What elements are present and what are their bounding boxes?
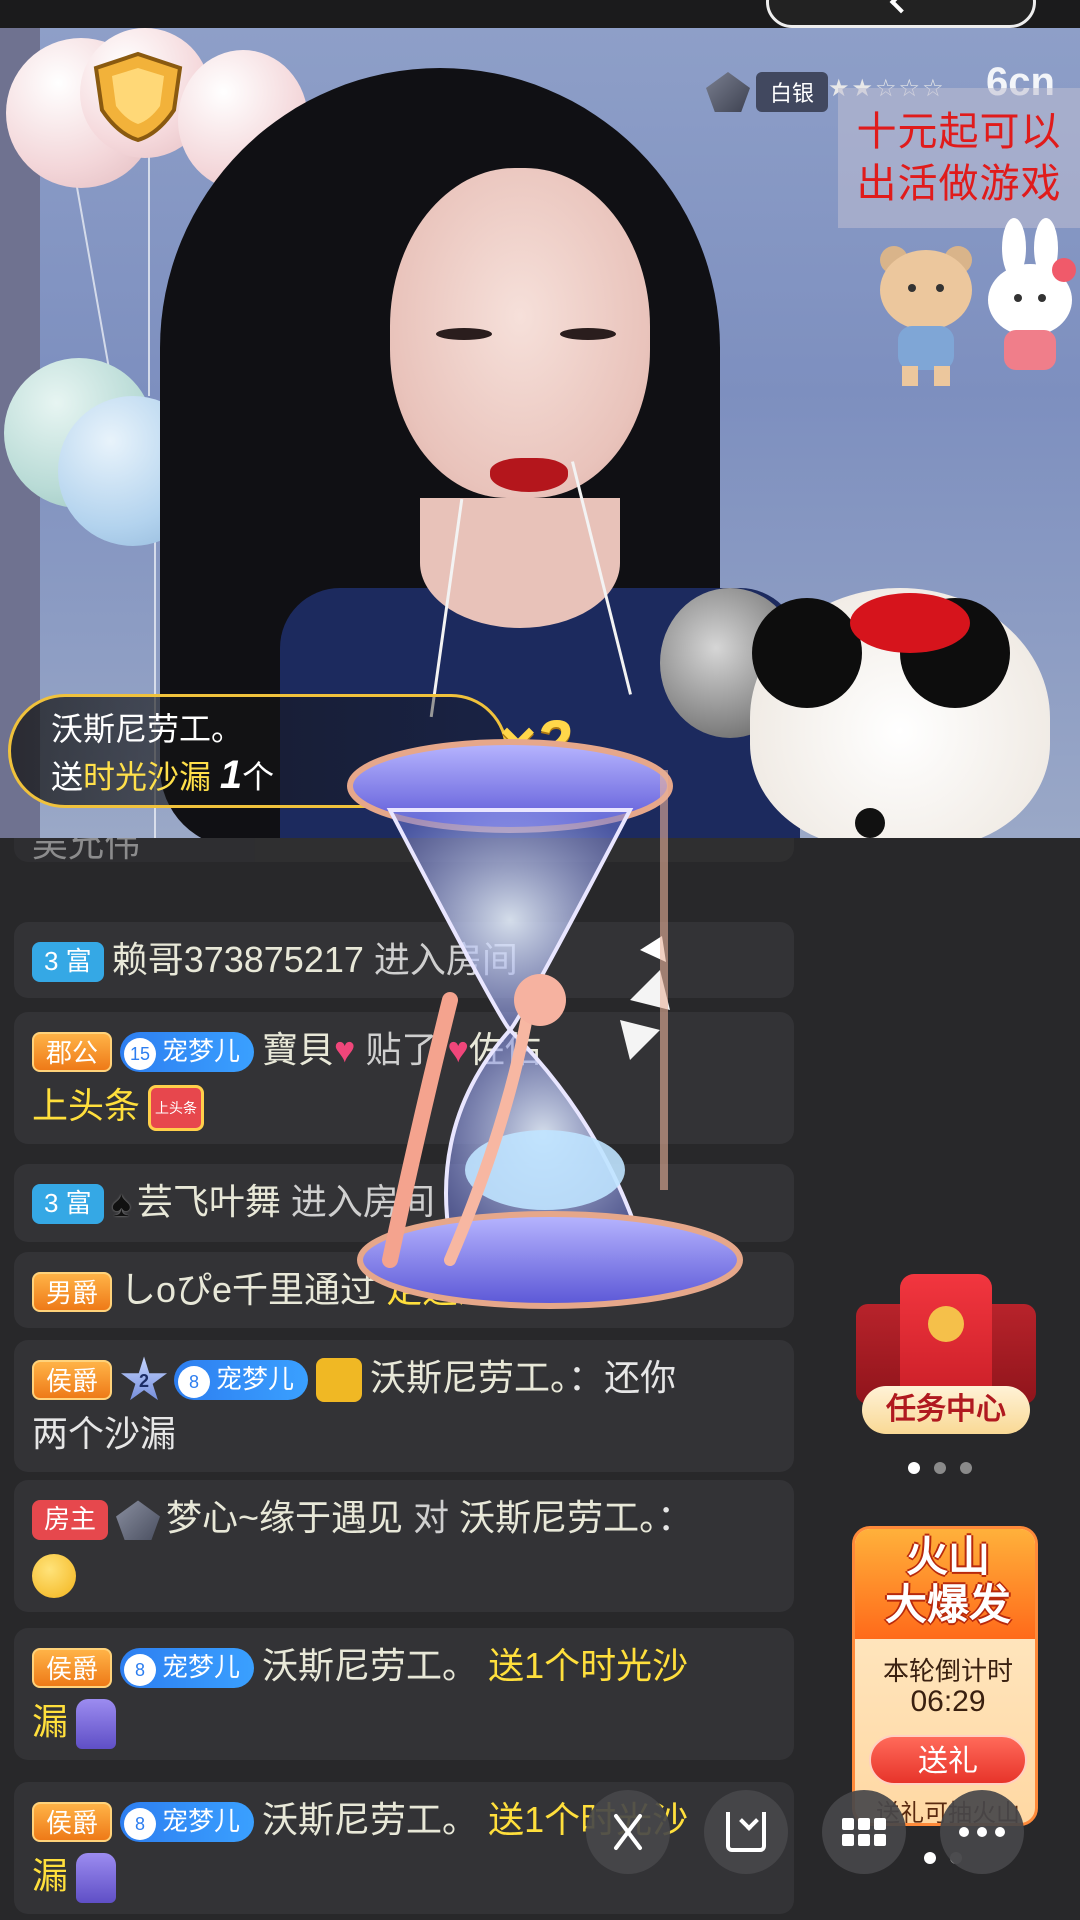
noble-tag: 侯爵	[32, 1802, 113, 1843]
more-button[interactable]	[940, 1790, 1024, 1874]
lips	[490, 458, 568, 492]
noble-tag: 男爵	[32, 1272, 113, 1313]
fan-level: 8	[124, 1807, 157, 1840]
host-tag: 房主	[32, 1500, 109, 1541]
sandglass-gift-icon	[76, 1853, 117, 1904]
plush-nose	[855, 808, 885, 838]
fan-badge: 8 宠梦儿	[120, 1802, 255, 1843]
fan-level: 15	[124, 1037, 157, 1070]
fan-label: 宠梦儿	[162, 1806, 241, 1837]
share-icon	[614, 1814, 642, 1850]
send-gift-button[interactable]: 送礼	[869, 1735, 1027, 1785]
spade-icon: ♠	[111, 1183, 131, 1225]
carousel-dot	[924, 1852, 936, 1864]
gift-name: 时光沙漏	[83, 759, 212, 795]
chat-gift-text: 漏	[32, 1855, 69, 1896]
promo-line-1: 十元起可以	[856, 110, 1062, 154]
rabbit-sticker-icon	[988, 218, 1076, 370]
follow-pill-button[interactable]	[766, 0, 1036, 28]
chevron-icon	[889, 0, 913, 14]
sandglass-gift-animation	[347, 739, 743, 1309]
chat-mid: 对	[413, 1497, 450, 1538]
grid-icon	[842, 1818, 886, 1846]
more-icon	[959, 1827, 1005, 1837]
countdown-value: 06:29	[910, 1685, 986, 1718]
chat-text: 还你	[604, 1357, 677, 1398]
carousel-dot	[960, 1462, 972, 1474]
chat-username[interactable]: 芸飞叶舞	[137, 1181, 281, 1222]
download-button[interactable]	[704, 1790, 788, 1874]
carousel-dot	[908, 1462, 920, 1474]
gift-prefix: 送	[51, 759, 84, 795]
download-icon	[726, 1812, 766, 1852]
fan-badge: 8 宠梦儿	[174, 1360, 309, 1401]
carousel-dots	[908, 1462, 972, 1474]
gift-unit: 个	[242, 759, 275, 795]
volcano-title: 火山 大爆发	[855, 1533, 1035, 1629]
promo-sign: 十元起可以 出活做游戏	[838, 88, 1080, 228]
chat-username[interactable]: 沃斯尼劳工。	[262, 1799, 478, 1840]
chat-text: 吴允伟	[32, 838, 141, 864]
chat-message: 侯爵8宠梦儿沃斯尼劳工。 送1个时光沙 漏	[14, 1782, 794, 1914]
wealth-tag: 3 富	[32, 942, 104, 983]
fan-level: 8	[124, 1653, 157, 1686]
fan-badge: 8 宠梦儿	[120, 1648, 255, 1689]
task-center-label: 任务中心	[862, 1386, 1030, 1434]
plush-ear	[752, 598, 862, 708]
wealth-tag: 3 富	[32, 1184, 104, 1225]
level-emblem-icon	[706, 72, 750, 112]
promo-line-2: 出活做游戏	[856, 162, 1062, 206]
chat-message: 房主 梦心~缘于遇见 对 沃斯尼劳工。：	[14, 1480, 794, 1612]
headline-badge: 上头条	[148, 1085, 205, 1132]
noble-tag: 郡公	[32, 1032, 113, 1073]
chat-target[interactable]: 沃斯尼劳工。	[459, 1497, 657, 1538]
level-label: 白银	[756, 72, 829, 112]
streamer-neck	[420, 498, 620, 628]
level-emblem-icon	[116, 1500, 161, 1541]
fan-label: 宠梦儿	[162, 1652, 241, 1683]
avatar-icon	[316, 1358, 363, 1403]
chat-gift-text: 送1个时光沙	[488, 1645, 689, 1686]
chat-username[interactable]: 沃斯尼劳工。	[262, 1645, 478, 1686]
countdown-label: 本轮倒计时	[882, 1656, 1013, 1686]
anchor-level[interactable]: 白银	[706, 72, 829, 112]
fan-level: 8	[178, 1365, 211, 1398]
volcano-title-2: 大爆发	[884, 1581, 1011, 1628]
plush-bow	[850, 593, 970, 653]
task-center-button[interactable]: 任务中心	[856, 1270, 1036, 1440]
volcano-title-1: 火山	[905, 1533, 990, 1580]
eye	[560, 328, 616, 340]
chat-message: 侯爵 2 8 宠梦儿 沃斯尼劳工。：还你 两个沙漏	[14, 1340, 794, 1472]
chat-message: 侯爵8宠梦儿沃斯尼劳工。 送1个时光沙 漏	[14, 1628, 794, 1760]
star-level-icon: 2	[120, 1356, 168, 1401]
grid-menu-button[interactable]	[822, 1790, 906, 1874]
balloon-string	[148, 156, 150, 396]
envelope-seal	[928, 1306, 964, 1342]
carousel-dot	[934, 1462, 946, 1474]
fan-label: 宠梦儿	[162, 1036, 241, 1067]
chat-colon: ：	[568, 1357, 605, 1398]
fan-label: 宠梦儿	[216, 1364, 295, 1395]
bear-sticker-icon	[880, 246, 972, 386]
guard-badge-icon[interactable]	[88, 50, 188, 142]
balloon-string	[74, 179, 112, 377]
share-button[interactable]	[586, 1790, 670, 1874]
noble-tag: 侯爵	[32, 1648, 113, 1689]
chat-gift-text: 漏	[32, 1701, 69, 1742]
sandglass-gift-icon	[76, 1699, 117, 1750]
noble-tag: 侯爵	[32, 1360, 113, 1401]
volcano-event-card[interactable]: 火山大爆发 本轮倒计时 06:29 送礼 送礼可抽火山	[852, 1526, 1038, 1826]
chat-username[interactable]: 沃斯尼劳工。	[370, 1357, 568, 1398]
chat-username[interactable]: 梦心~缘于遇见	[166, 1497, 403, 1538]
eye	[436, 328, 492, 340]
fan-badge: 15 宠梦儿	[120, 1032, 255, 1073]
chat-text: 上头条	[32, 1085, 141, 1126]
emoji-face-icon	[32, 1554, 76, 1599]
chat-text: 两个沙漏	[32, 1413, 177, 1454]
gift-count: 1	[219, 753, 243, 797]
chat-colon: ：	[657, 1497, 694, 1538]
